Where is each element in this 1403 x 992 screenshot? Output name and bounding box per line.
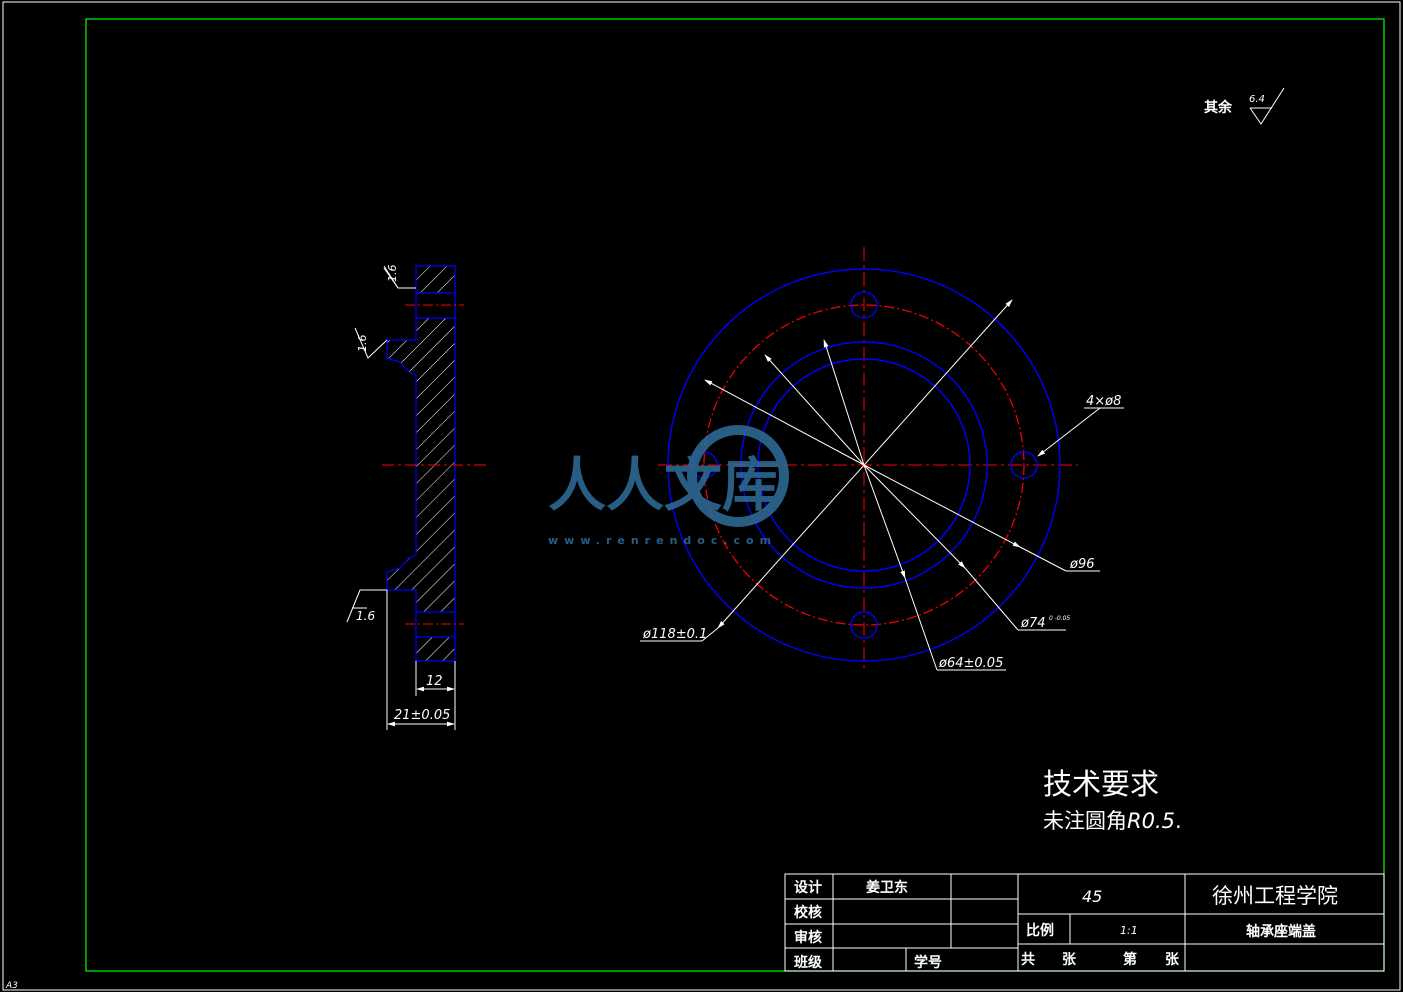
surface-finish-symbol: 其余 6.4 [1204, 87, 1285, 125]
roughness-bottom-value: 1.6 [356, 609, 375, 623]
dim-dia-64: ø64±0.05 [938, 656, 1003, 671]
dim-dia-74-tolerance: 0 -0.05 [1049, 615, 1070, 622]
roughness-top-value: 1.6 [386, 265, 399, 283]
sheets-total-label: 共 [1021, 951, 1035, 968]
drawing-canvas: A3 其余 6.4 1.6 1.6 1.6 12 21±0.05 ø118±0.… [2, 1, 1401, 991]
tech-requirements-heading: 技术要求 [1043, 767, 1159, 801]
roughness-symbol-bottom: 1.6 [346, 589, 387, 623]
dim-dia-96: ø96 [1069, 557, 1095, 572]
watermark-url: www.renrendoc.com [548, 534, 777, 547]
part-name: 轴承座端盖 [1246, 923, 1316, 940]
side-view: 1.6 1.6 1.6 12 21±0.05 [346, 265, 488, 730]
student-no-label: 学号 [914, 954, 942, 971]
tech-requirements: 技术要求 未注圆角R0.5. [1043, 767, 1182, 833]
check-label: 校核 [794, 904, 822, 921]
designer-name: 姜卫东 [866, 879, 908, 896]
roughness-symbol-mid: 1.6 [354, 327, 388, 359]
scale-value: 1:1 [1120, 924, 1138, 937]
watermark: 人人文库 www.renrendoc.com [548, 425, 789, 547]
dim-holes: 4×ø8 [1086, 394, 1121, 409]
title-block-text: 设计 姜卫东 校核 审核 班级 学号 45 徐州工程学院 比例 1:1 轴承座端… [794, 879, 1338, 971]
sheets-unit1: 张 [1062, 952, 1077, 968]
design-label: 设计 [794, 879, 822, 896]
material: 45 [1082, 887, 1102, 906]
dim-dia-74: ø74 [1020, 616, 1046, 631]
corner-label: A3 [5, 981, 18, 991]
surface-finish-prefix: 其余 [1204, 99, 1233, 116]
dim-total: 21±0.05 [394, 708, 450, 723]
sheet-no-label: 第 [1123, 951, 1137, 968]
tech-requirements-line1: 未注圆角R0.5. [1043, 809, 1182, 833]
dim-thickness: 12 [426, 674, 443, 689]
sheets-unit2: 张 [1165, 952, 1180, 968]
scale-label: 比例 [1026, 922, 1054, 939]
school-name: 徐州工程学院 [1212, 884, 1338, 908]
roughness-mid-value: 1.6 [356, 335, 369, 353]
dim-dia-118: ø118±0.1 [642, 627, 707, 642]
watermark-text: 人人文库 [548, 451, 780, 519]
surface-finish-value: 6.4 [1249, 94, 1265, 105]
review-label: 审核 [794, 929, 822, 946]
roughness-symbol-top: 1.6 [383, 265, 416, 289]
class-label: 班级 [794, 954, 823, 971]
